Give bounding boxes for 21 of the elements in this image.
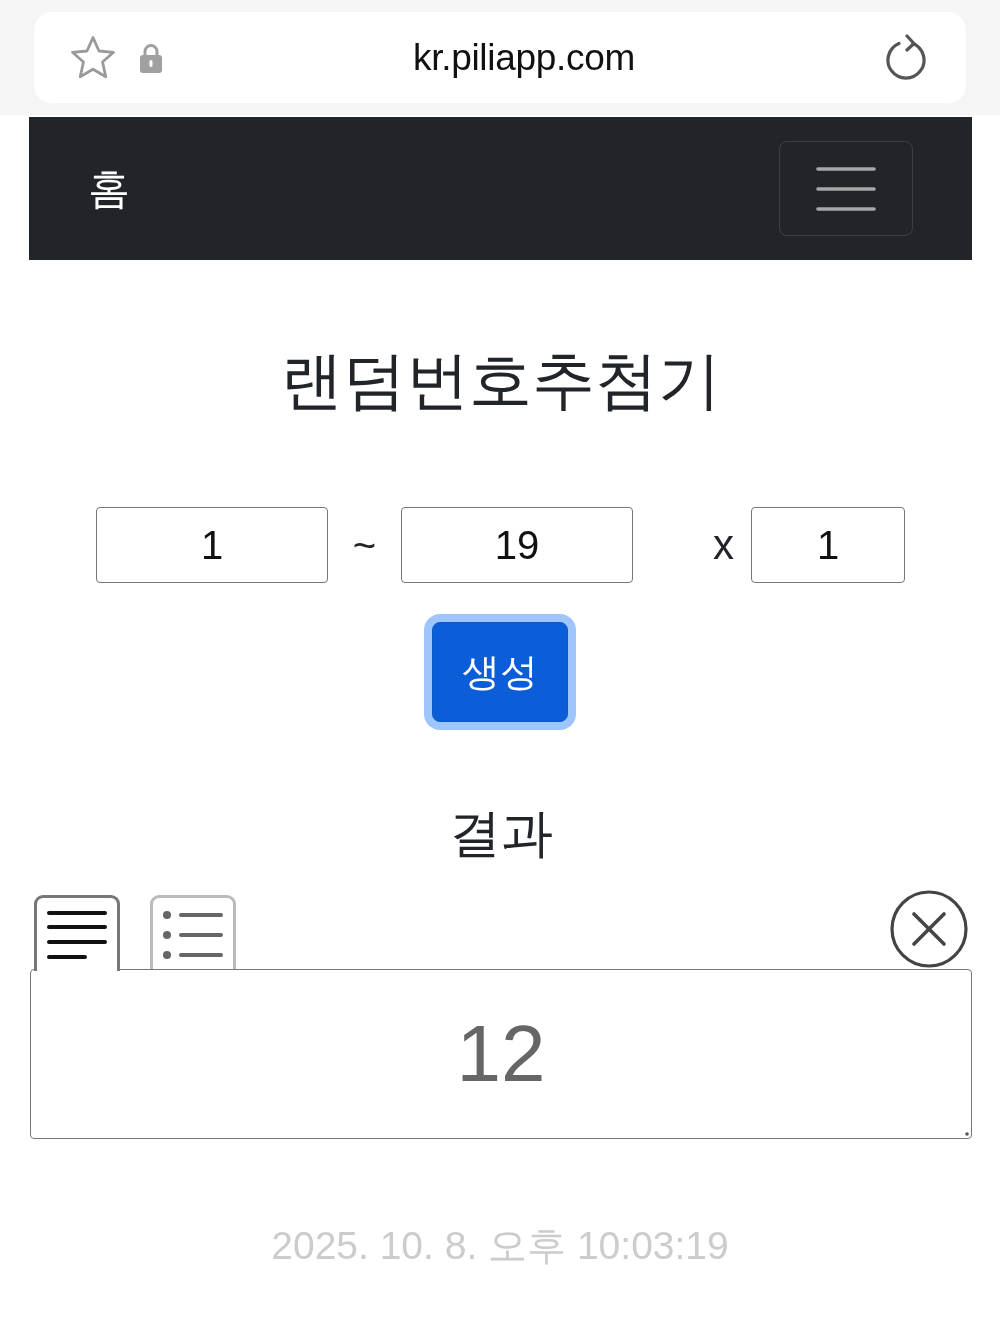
reload-icon[interactable]	[886, 33, 928, 82]
range-separator: ~	[352, 522, 377, 568]
result-field[interactable]: 12	[30, 969, 972, 1139]
address-bar[interactable]: kr.piliapp.com	[34, 12, 966, 103]
url-text: kr.piliapp.com	[413, 36, 635, 78]
result-heading: 결과	[449, 803, 553, 863]
menu-icon	[816, 165, 876, 212]
count-input[interactable]: 1	[751, 507, 905, 583]
menu-button[interactable]	[779, 141, 913, 236]
min-input[interactable]: 1	[96, 507, 328, 583]
star-icon[interactable]	[70, 34, 116, 81]
home-link[interactable]: 홈	[88, 167, 130, 210]
lock-icon	[140, 42, 162, 73]
close-icon[interactable]	[890, 890, 968, 968]
times-label: x	[713, 521, 734, 569]
view-tab[interactable]	[34, 895, 120, 971]
bulleted-list-icon	[163, 910, 223, 960]
page-title: 랜덤번호추첨기	[279, 344, 721, 417]
max-input[interactable]: 19	[401, 507, 633, 583]
resize-grip-icon[interactable]	[965, 1132, 969, 1136]
text-lines-icon	[47, 910, 107, 960]
